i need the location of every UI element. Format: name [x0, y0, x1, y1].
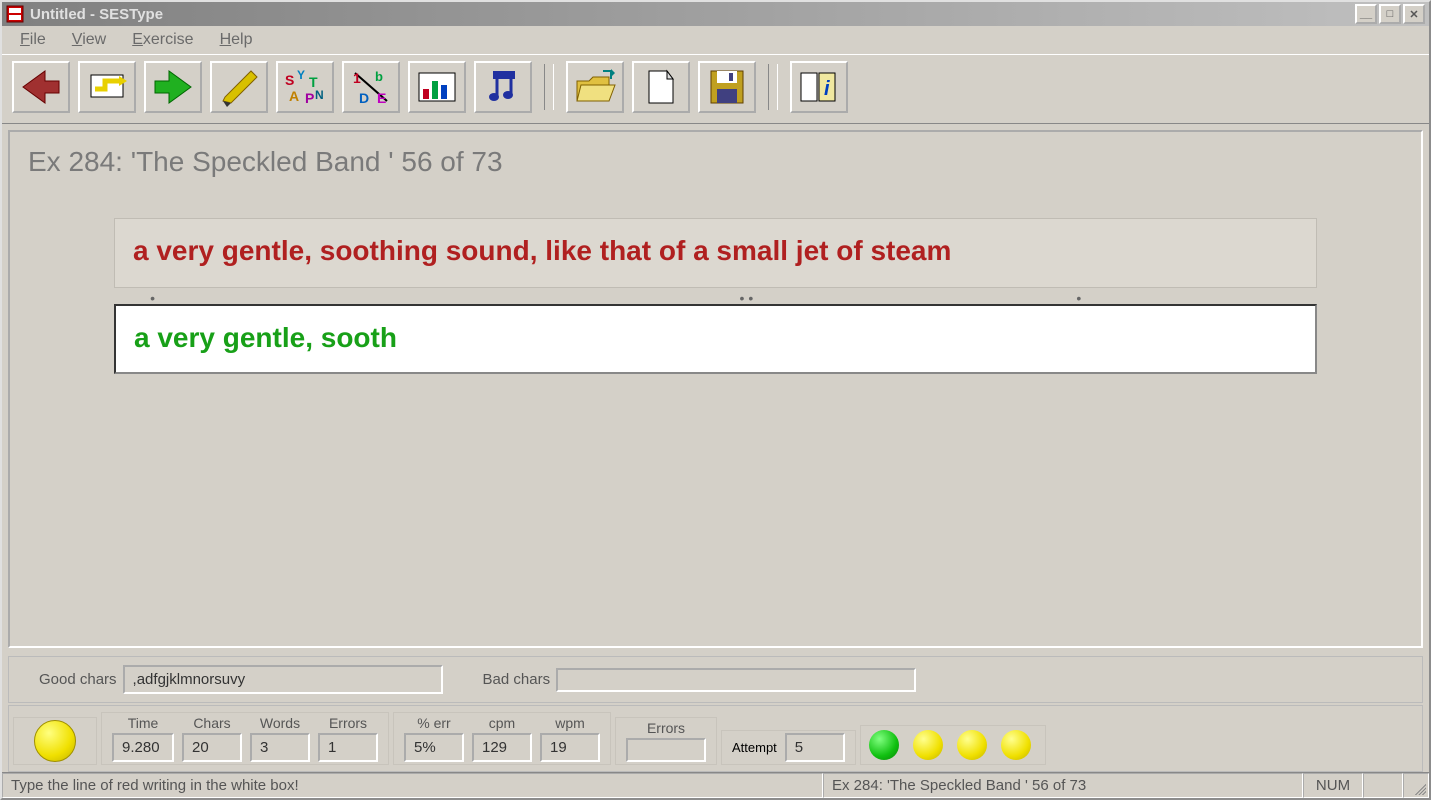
toolbar-next-button[interactable] — [144, 61, 202, 113]
attempt-light-icon — [913, 730, 943, 760]
attempt-light-icon — [957, 730, 987, 760]
pcterr-value: 5% — [404, 733, 464, 762]
toolbar-about-button[interactable]: i — [790, 61, 848, 113]
typing-panel: a very gentle, soothing sound, like that… — [114, 218, 1317, 374]
menu-help[interactable]: Help — [210, 29, 263, 51]
svg-text:P: P — [305, 90, 314, 106]
words-value: 3 — [250, 733, 310, 762]
errors-value: 1 — [318, 733, 378, 762]
chars-panel: Good chars ,adfgjklmnorsuvy Bad chars — [8, 656, 1423, 703]
errors2-label: Errors — [647, 720, 685, 736]
attempt-label: Attempt — [732, 740, 777, 755]
maximize-button[interactable]: □ — [1379, 4, 1401, 24]
toolbar-new-button[interactable] — [632, 61, 690, 113]
exercise-header: Ex 284: 'The Speckled Band ' 56 of 73 — [28, 146, 1403, 178]
toolbar-save-button[interactable] — [698, 61, 756, 113]
toolbar-chart-button[interactable] — [408, 61, 466, 113]
good-chars-label: Good chars — [39, 671, 117, 688]
info-panels: Good chars ,adfgjklmnorsuvy Bad chars Ti… — [2, 654, 1429, 772]
resize-grip-icon[interactable] — [1403, 773, 1429, 798]
svg-text:Y: Y — [297, 68, 305, 82]
menu-bar: File View Exercise Help — [2, 26, 1429, 54]
toolbar-separator-2 — [768, 64, 778, 110]
prompt-text: a very gentle, soothing sound, like that… — [133, 235, 1298, 267]
prompt-box: a very gentle, soothing sound, like that… — [114, 218, 1317, 288]
pcterr-label: % err — [417, 715, 450, 731]
toolbar-letters-button[interactable]: SYTAPN — [276, 61, 334, 113]
menu-exercise[interactable]: Exercise — [122, 29, 203, 51]
good-chars-value: ,adfgjklmnorsuvy — [123, 665, 443, 694]
toolbar-edit-button[interactable] — [210, 61, 268, 113]
status-bar: Type the line of red writing in the whit… — [2, 772, 1429, 798]
toolbar-separator — [544, 64, 554, 110]
ruler-marks: • • • • — [114, 292, 1317, 302]
words-label: Words — [260, 715, 300, 731]
svg-text:S: S — [285, 72, 294, 88]
stats-panel: Time 9.280 Chars 20 Words 3 Errors 1 % err 5%… — [8, 705, 1423, 772]
svg-text:A: A — [289, 88, 299, 104]
svg-text:N: N — [315, 88, 324, 102]
time-label: Time — [128, 715, 159, 731]
attempt-lights — [860, 725, 1046, 765]
svg-text:i: i — [824, 78, 830, 100]
toolbar: SYTAPN 1bDE i — [2, 54, 1429, 124]
toolbar-back-button[interactable] — [12, 61, 70, 113]
chars-value: 20 — [182, 733, 242, 762]
attempt-value: 5 — [785, 733, 845, 762]
bad-chars-value — [556, 668, 916, 692]
app-icon — [6, 5, 24, 23]
app-window: Untitled - SESType __ □ ✕ File View Exer… — [0, 0, 1431, 800]
wpm-label: wpm — [555, 715, 585, 731]
wpm-value: 19 — [540, 733, 600, 762]
minimize-button[interactable]: __ — [1355, 4, 1377, 24]
toolbar-repeat-button[interactable] — [78, 61, 136, 113]
svg-text:D: D — [359, 90, 369, 106]
attempt-light-icon — [1001, 730, 1031, 760]
cpm-value: 129 — [472, 733, 532, 762]
typed-text: a very gentle, sooth — [134, 322, 1297, 354]
window-title: Untitled - SESType — [30, 6, 1353, 23]
bad-chars-label: Bad chars — [483, 671, 551, 688]
title-bar: Untitled - SESType __ □ ✕ — [2, 2, 1429, 26]
status-numlock: NUM — [1303, 773, 1363, 798]
close-button[interactable]: ✕ — [1403, 4, 1425, 24]
status-exercise: Ex 284: 'The Speckled Band ' 56 of 73 — [823, 773, 1303, 798]
svg-text:E: E — [377, 90, 386, 106]
menu-file[interactable]: File — [10, 29, 56, 51]
errors-label: Errors — [329, 715, 367, 731]
exercise-area: Ex 284: 'The Speckled Band ' 56 of 73 a … — [8, 130, 1423, 648]
status-hint: Type the line of red writing in the whit… — [2, 773, 823, 798]
typing-input[interactable]: a very gentle, sooth — [114, 304, 1317, 374]
toolbar-chars-button[interactable]: 1bDE — [342, 61, 400, 113]
status-spare — [1363, 773, 1403, 798]
svg-text:b: b — [375, 69, 383, 84]
svg-text:1: 1 — [353, 70, 361, 86]
attempt-light-icon — [869, 730, 899, 760]
toolbar-open-button[interactable] — [566, 61, 624, 113]
cpm-label: cpm — [489, 715, 515, 731]
menu-view[interactable]: View — [62, 29, 116, 51]
errors2-value — [626, 738, 706, 762]
time-value: 9.280 — [112, 733, 174, 762]
status-light-icon — [34, 720, 76, 762]
chars-label: Chars — [193, 715, 230, 731]
toolbar-sound-button[interactable] — [474, 61, 532, 113]
